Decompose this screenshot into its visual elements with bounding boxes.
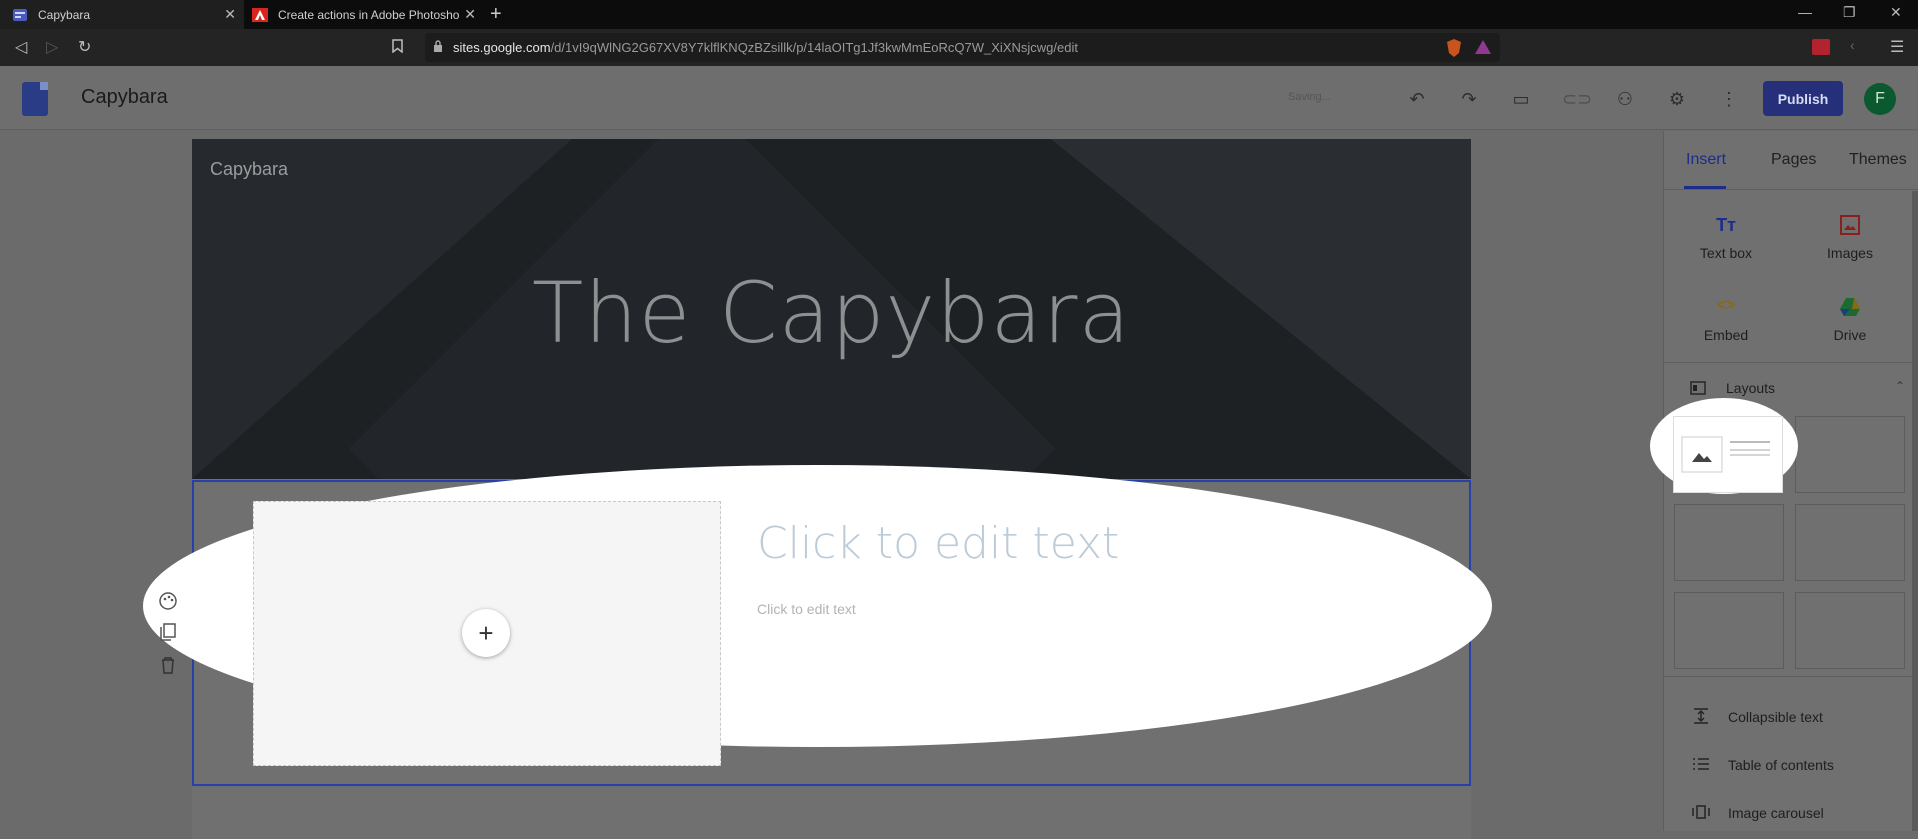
- layout-two-images[interactable]: [1795, 416, 1905, 493]
- layout-three-images[interactable]: [1795, 504, 1905, 581]
- extension-icon[interactable]: ‹: [1850, 37, 1855, 53]
- browser-toolbar: ◁ ▷ ↻ sites.google.com/d/1vI9qWlNG2G67XV…: [0, 29, 1918, 66]
- link-icon[interactable]: ⊂⊃: [1562, 88, 1592, 110]
- forward-icon[interactable]: ▷: [46, 37, 58, 57]
- google-drive-icon: [1838, 297, 1862, 321]
- browser-tab-adobe[interactable]: Create actions in Adobe Photosho ✕: [244, 0, 484, 29]
- back-icon[interactable]: ◁: [15, 37, 27, 57]
- site-name[interactable]: Capybara: [210, 159, 288, 180]
- brave-shield-icon[interactable]: [1445, 38, 1463, 63]
- insert-embed[interactable]: <> Embed: [1676, 297, 1776, 343]
- close-tab-icon[interactable]: ✕: [464, 6, 476, 23]
- share-add-person-icon[interactable]: ⚇: [1614, 88, 1636, 110]
- duplicate-section-icon[interactable]: [158, 622, 178, 642]
- save-status: Saving...: [1288, 91, 1331, 103]
- close-tab-icon[interactable]: ✕: [224, 6, 236, 23]
- adobe-favicon-icon: [252, 7, 268, 23]
- layout-two-image-text[interactable]: [1674, 592, 1784, 669]
- browser-tab-capybara[interactable]: Capybara ✕: [0, 0, 244, 29]
- panel-scrollbar[interactable]: [1912, 191, 1918, 831]
- insert-collapsible-text[interactable]: Collapsible text: [1728, 709, 1823, 725]
- layout-four-images[interactable]: [1795, 592, 1905, 669]
- new-tab-icon[interactable]: +: [490, 3, 502, 26]
- insert-text-box[interactable]: Tт Text box: [1676, 215, 1776, 261]
- url-host: sites.google.com: [453, 40, 551, 55]
- embed-code-icon: <>: [1716, 297, 1736, 314]
- sites-appbar: Capybara Saving... ↶ ↷ ▭ ⊂⊃ ⚇ ⚙ ⋮ Publis…: [0, 66, 1918, 130]
- text-box-icon: Tт: [1716, 215, 1736, 235]
- lock-icon: [434, 40, 442, 52]
- delete-section-icon[interactable]: [158, 655, 178, 675]
- restore-icon[interactable]: ❐: [1843, 4, 1856, 21]
- layouts-icon: [1690, 381, 1706, 400]
- more-options-icon[interactable]: ⋮: [1718, 88, 1740, 110]
- reload-icon[interactable]: ↻: [78, 37, 91, 57]
- insert-table-of-contents[interactable]: Table of contents: [1728, 757, 1834, 773]
- page-title[interactable]: The Capybara: [192, 264, 1471, 362]
- google-sites-logo-icon[interactable]: [22, 82, 48, 116]
- brave-rewards-icon[interactable]: [1474, 39, 1492, 60]
- browser-menu-icon[interactable]: ☰: [1890, 37, 1904, 57]
- browser-tab-strip: Capybara ✕ Create actions in Adobe Photo…: [0, 0, 1918, 29]
- insert-drive[interactable]: Drive: [1800, 297, 1900, 343]
- tab-insert[interactable]: Insert: [1686, 151, 1726, 169]
- layouts-heading: Layouts: [1726, 380, 1776, 396]
- undo-icon[interactable]: ↶: [1406, 88, 1428, 110]
- preview-devices-icon[interactable]: ▭: [1510, 88, 1532, 110]
- tab-themes[interactable]: Themes: [1849, 151, 1907, 169]
- extension-icon[interactable]: [1812, 39, 1830, 55]
- tab-title: Create actions in Adobe Photosho: [278, 7, 460, 22]
- insert-images[interactable]: Images: [1800, 215, 1900, 261]
- google-sites-favicon-icon: [12, 7, 28, 23]
- image-carousel-icon: [1692, 805, 1710, 819]
- section-body-placeholder[interactable]: Click to edit text: [757, 601, 856, 617]
- address-bar[interactable]: sites.google.com/d/1vI9qWlNG2G67XV8Y7klf…: [425, 33, 1500, 62]
- insert-image-carousel[interactable]: Image carousel: [1728, 805, 1824, 821]
- section-style-palette-icon[interactable]: [158, 591, 178, 611]
- bookmark-icon[interactable]: [392, 39, 403, 58]
- tab-pages[interactable]: Pages: [1771, 151, 1816, 169]
- collapsible-text-icon: [1694, 708, 1708, 724]
- close-window-icon[interactable]: ✕: [1890, 4, 1902, 21]
- image-icon: [1838, 215, 1862, 239]
- layout-image-text[interactable]: [1673, 416, 1783, 493]
- account-avatar[interactable]: F: [1864, 83, 1896, 115]
- site-document-title[interactable]: Capybara: [81, 86, 168, 109]
- collapse-chevron-icon[interactable]: ⌃: [1895, 379, 1905, 393]
- layout-image-grid[interactable]: [1674, 504, 1784, 581]
- publish-button[interactable]: Publish: [1763, 81, 1843, 116]
- redo-icon[interactable]: ↷: [1458, 88, 1480, 110]
- tab-title: Capybara: [38, 7, 91, 22]
- settings-gear-icon[interactable]: ⚙: [1666, 88, 1688, 110]
- table-of-contents-icon: [1693, 758, 1709, 770]
- url-path: /d/1vI9qWlNG2G67XV8Y7klflKNQzBZsillk/p/1…: [550, 40, 1078, 55]
- add-image-button[interactable]: +: [462, 609, 510, 657]
- section-heading-placeholder[interactable]: Click to edit text: [757, 518, 1119, 569]
- header-banner[interactable]: Capybara The Capybara: [192, 139, 1471, 479]
- minimize-icon[interactable]: —: [1798, 4, 1812, 20]
